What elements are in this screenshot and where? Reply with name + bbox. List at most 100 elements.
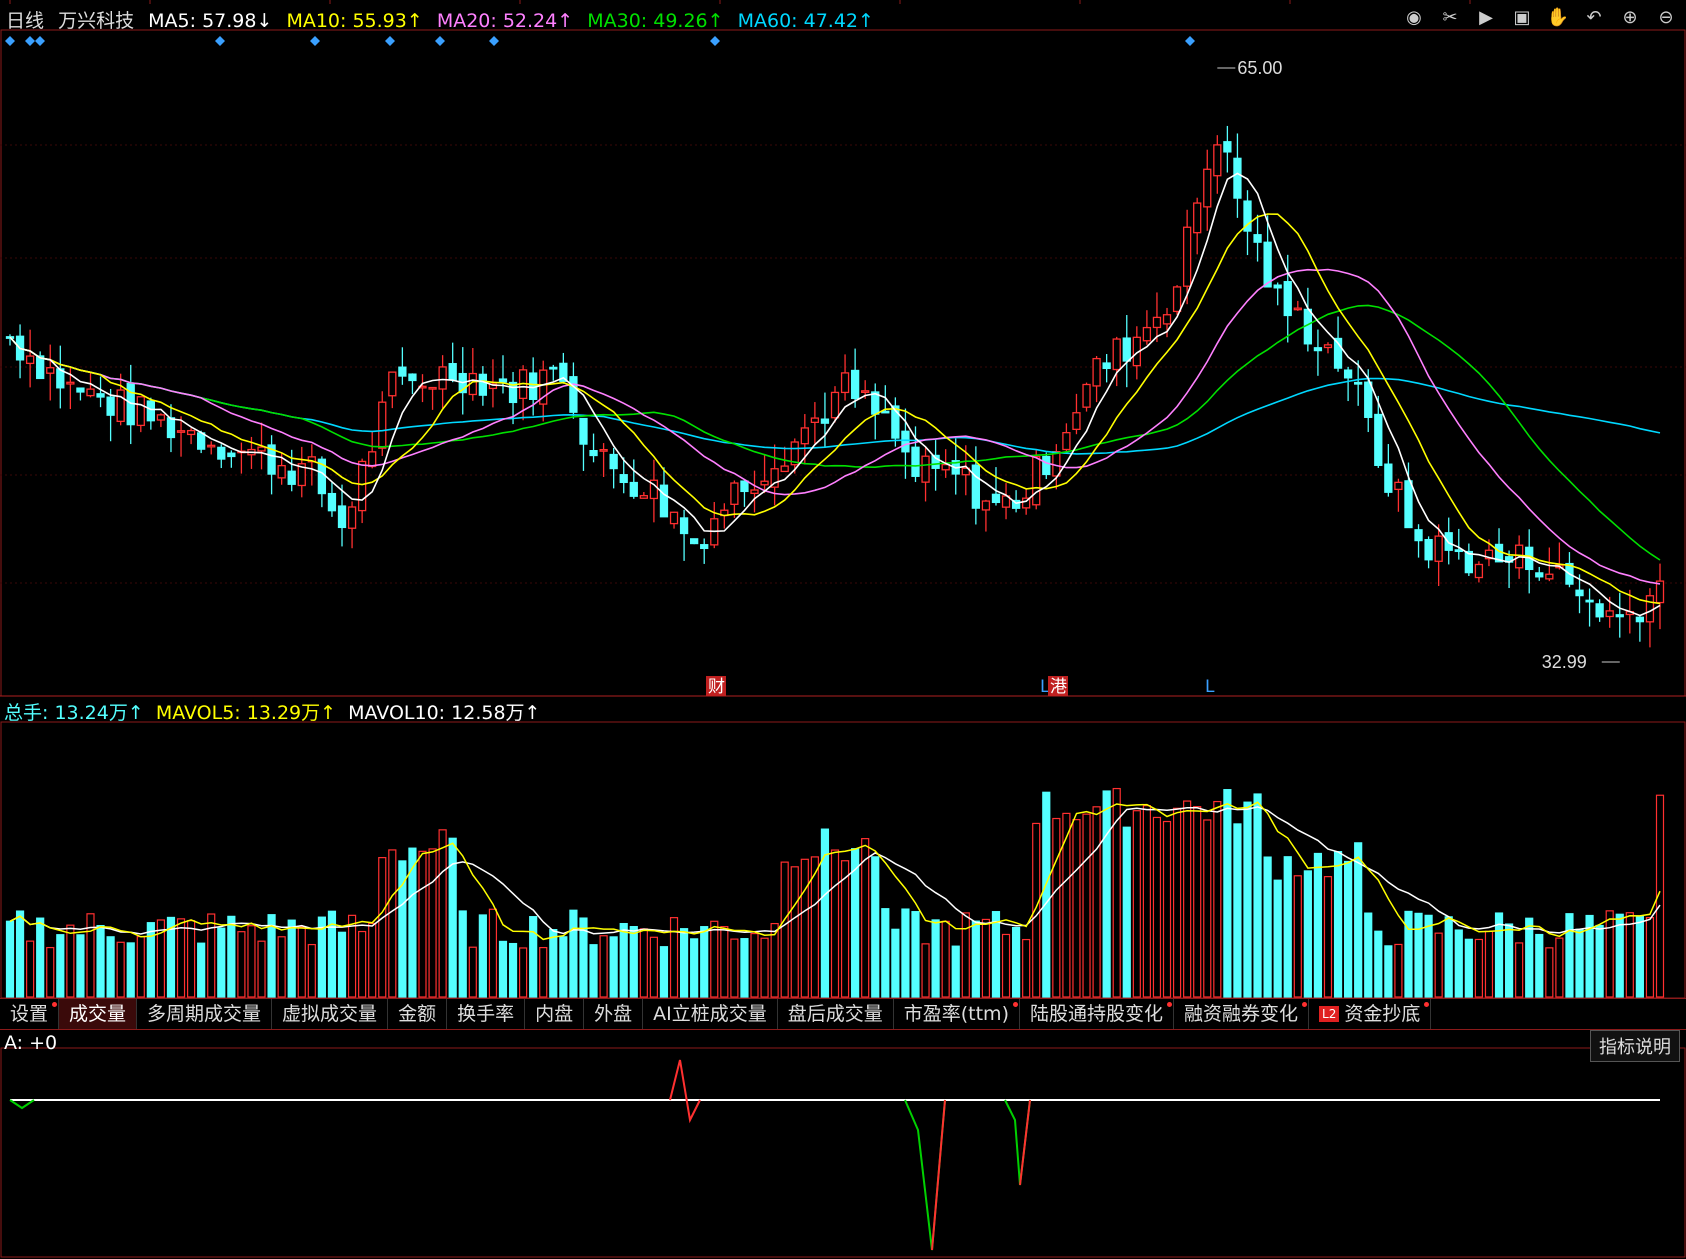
down-volume-bar: [1414, 912, 1423, 998]
event-diamond-icon: [435, 36, 445, 46]
zoom-in-icon[interactable]: ⊕: [1618, 6, 1642, 30]
up-candle: [1193, 202, 1202, 234]
event-diamond-icon: [310, 36, 320, 46]
down-candle: [1343, 369, 1353, 379]
ma30-label: MA30:: [587, 10, 648, 32]
down-volume-bar: [629, 926, 638, 998]
down-candle: [1042, 455, 1051, 476]
up-volume-bar: [1032, 822, 1041, 998]
up-volume-bar: [418, 850, 427, 998]
up-candle: [207, 444, 216, 448]
up-volume-bar: [780, 861, 789, 998]
down-volume-bar: [589, 944, 598, 998]
chart-canvas[interactable]: 65.0032.99财 L 港 L: [0, 0, 1686, 1259]
lock-icon[interactable]: ▣: [1510, 6, 1534, 30]
play-icon[interactable]: ▶: [1474, 6, 1498, 30]
down-volume-bar: [1253, 793, 1262, 998]
ma60-label: MA60:: [737, 10, 798, 32]
up-candle: [1605, 610, 1614, 618]
scissors-icon[interactable]: ✂: [1438, 6, 1462, 30]
down-volume-bar: [1635, 915, 1644, 998]
up-candle: [1032, 456, 1041, 506]
up-candle: [1082, 383, 1091, 408]
total-label: 总手:: [4, 702, 49, 724]
tab-9[interactable]: 盘后成交量: [778, 999, 894, 1029]
down-volume-bar: [901, 908, 910, 998]
indicator-panel-frame: [0, 1047, 1686, 1258]
down-volume-bar: [5, 920, 15, 998]
tab-2[interactable]: 多周期成交量: [137, 999, 273, 1029]
indicator-explain-button[interactable]: 指标说明: [1590, 1030, 1680, 1062]
up-candle: [1213, 144, 1222, 177]
down-volume-bar: [1444, 916, 1453, 998]
down-volume-bar: [76, 934, 85, 998]
notification-dot: [1424, 1002, 1430, 1007]
notification-dot: [52, 1002, 58, 1007]
tab-label: 虚拟成交量: [282, 1003, 378, 1025]
ma5-value: 57.98↓: [202, 10, 273, 32]
indicator-dip: [9, 1099, 35, 1110]
up-volume-bar: [1062, 812, 1071, 998]
up-volume-bar: [1625, 912, 1634, 998]
up-candle: [257, 446, 266, 452]
tab-13[interactable]: L2 资金抄底: [1309, 999, 1432, 1029]
tab-label: 盘后成交量: [787, 1003, 883, 1025]
undo-icon[interactable]: ↶: [1582, 6, 1606, 30]
up-candle: [1545, 573, 1554, 580]
up-volume-bar: [1213, 800, 1222, 998]
period-label[interactable]: 日线: [6, 10, 44, 32]
down-candle: [166, 417, 176, 439]
down-candle: [337, 505, 347, 529]
up-candle: [186, 429, 196, 436]
tab-11[interactable]: 陆股通持股变化: [1020, 999, 1174, 1029]
tab-7[interactable]: 外盘: [584, 999, 644, 1029]
up-candle: [1434, 535, 1443, 562]
down-volume-bar: [146, 922, 155, 998]
stock-chart-window: 65.00 32.99 财 L 港 L 日线 万兴科技 MA5: 57.98↓ MA10:…: [0, 0, 1686, 1259]
down-volume-bar: [881, 908, 890, 998]
tab-8[interactable]: AI立桩成交量: [643, 999, 778, 1029]
zoom-out-icon[interactable]: ⊖: [1654, 6, 1678, 30]
down-volume-bar: [478, 914, 487, 998]
up-volume-bar: [388, 849, 397, 998]
tab-10[interactable]: 市盈率(ttm): [894, 999, 1020, 1029]
down-volume-bar: [1374, 930, 1383, 998]
down-volume-bar: [609, 936, 618, 998]
event-diamond-icon: [710, 36, 720, 46]
up-volume-bar: [1072, 819, 1081, 998]
up-candle: [599, 449, 608, 452]
down-candle: [1223, 141, 1232, 153]
up-volume-bar: [1001, 933, 1011, 998]
down-candle: [549, 366, 558, 370]
down-volume-bar: [1273, 879, 1282, 998]
down-volume-bar: [1283, 856, 1292, 998]
up-volume-bar: [1545, 947, 1554, 998]
tab-label: 换手率: [457, 1003, 515, 1025]
tab-4[interactable]: 金额: [388, 999, 448, 1029]
tab-0[interactable]: 设置: [0, 999, 60, 1029]
tab-3[interactable]: 虚拟成交量: [272, 999, 389, 1029]
up-volume-bar: [1142, 805, 1151, 998]
up-candle: [176, 430, 186, 433]
tab-6[interactable]: 内盘: [525, 999, 585, 1029]
down-volume-bar: [659, 946, 669, 998]
down-candle: [740, 480, 749, 493]
ma10-value: 55.93↑: [352, 10, 423, 32]
ma5-readout: MA5: 57.98↓: [148, 10, 272, 32]
down-volume-bar: [1404, 910, 1413, 998]
down-candle: [991, 493, 1001, 504]
down-candle: [1374, 413, 1383, 466]
down-candle: [1424, 539, 1433, 561]
tab-1[interactable]: 成交量: [59, 999, 138, 1029]
down-candle: [901, 430, 910, 453]
up-volume-bar: [981, 918, 991, 998]
tab-5[interactable]: 换手率: [447, 999, 526, 1029]
down-candle: [1615, 614, 1624, 618]
high-price-label: 65.00: [1237, 58, 1282, 78]
up-volume-bar: [1092, 806, 1101, 998]
down-volume-bar: [549, 929, 558, 998]
eye-icon[interactable]: ◉: [1402, 6, 1426, 30]
down-volume-bar: [287, 919, 296, 998]
hand-icon[interactable]: ✋: [1546, 6, 1570, 30]
tab-12[interactable]: 融资融券变化: [1174, 999, 1310, 1029]
